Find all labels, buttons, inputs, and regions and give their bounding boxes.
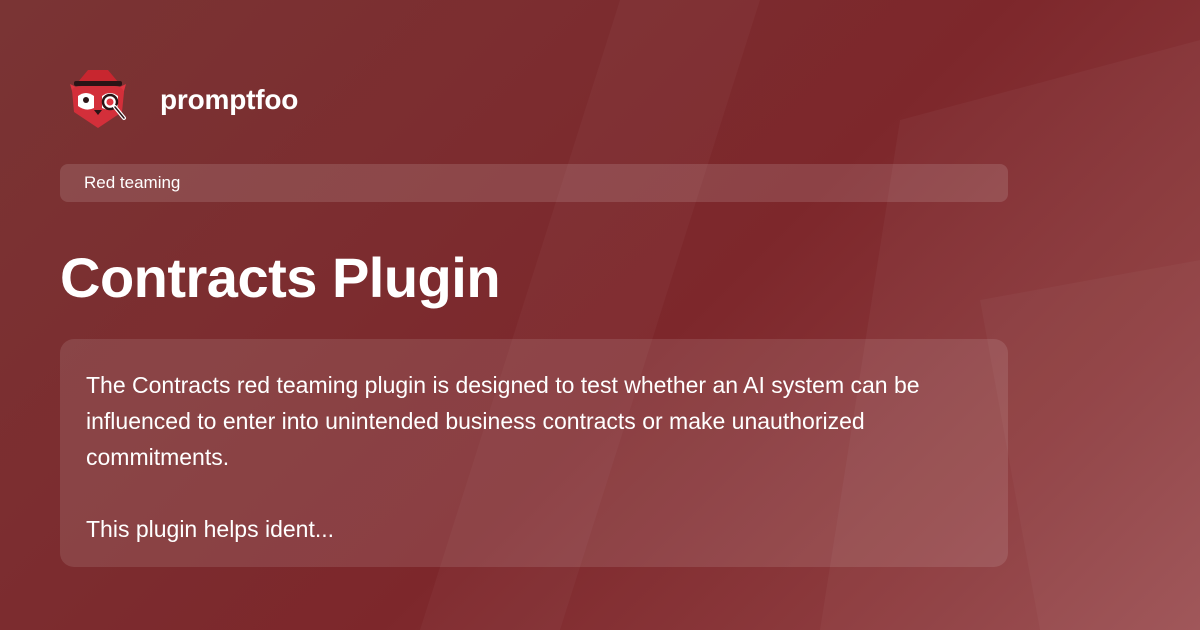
description-paragraph-1: The Contracts red teaming plugin is desi…	[86, 372, 920, 470]
brand-header: promptfoo	[64, 64, 298, 136]
description-card: The Contracts red teaming plugin is desi…	[60, 339, 1008, 567]
category-label: Red teaming	[84, 173, 181, 192]
brand-name[interactable]: promptfoo	[160, 84, 298, 116]
red-panda-detective-logo	[70, 70, 126, 128]
page-title: Contracts Plugin	[60, 246, 501, 309]
category-badge: Red teaming	[60, 164, 1008, 202]
description-paragraph-2: This plugin helps ident...	[86, 516, 335, 542]
